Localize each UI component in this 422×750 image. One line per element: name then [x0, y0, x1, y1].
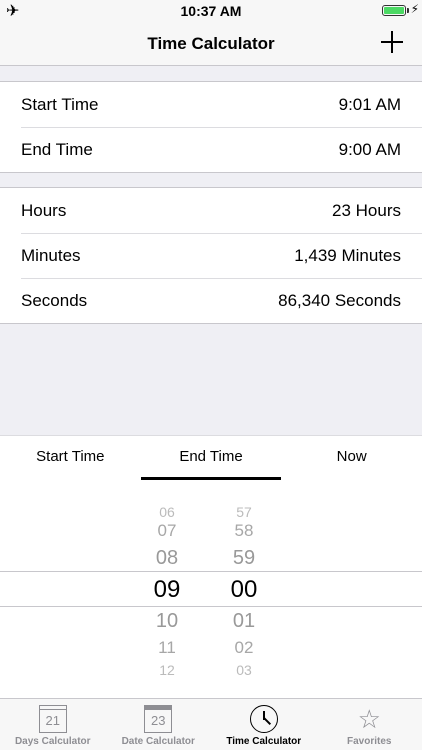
start-time-row[interactable]: Start Time 9:01 AM [0, 82, 422, 127]
calendar-date-icon: 23 [144, 705, 173, 733]
hour-option[interactable]: 11 [142, 638, 192, 658]
hour-option[interactable]: 08 [142, 547, 192, 570]
hours-value: 23 Hours [332, 200, 401, 220]
minute-option[interactable]: 58 [219, 521, 269, 541]
page-title: Time Calculator [147, 34, 275, 53]
end-time-label: End Time [21, 139, 93, 159]
calendar-icon: 21 [38, 705, 67, 733]
seconds-value: 86,340 Seconds [278, 290, 401, 310]
start-time-value: 9:01 AM [338, 94, 401, 114]
tab-days-calculator[interactable]: 21 Days Calculator [0, 699, 106, 750]
end-time-row[interactable]: End Time 9:00 AM [0, 127, 422, 172]
seconds-label: Seconds [21, 290, 88, 310]
minute-option[interactable]: 57 [219, 504, 269, 520]
tab-label: Date Calculator [121, 736, 195, 747]
star-icon: ☆ [357, 704, 381, 734]
minutes-value: 1,439 Minutes [294, 245, 401, 265]
hour-option[interactable]: 12 [142, 662, 192, 678]
tab-label: Favorites [347, 736, 392, 747]
charging-icon: ⚡ [410, 2, 419, 16]
time-selector-segment: Start Time End Time Now [0, 435, 422, 480]
segment-now[interactable]: Now [281, 436, 422, 480]
tab-label: Days Calculator [14, 736, 91, 747]
tab-label: Time Calculator [226, 736, 302, 747]
tab-bar: 21 Days Calculator 23 Date Calculator Ti… [0, 698, 422, 750]
hour-option[interactable]: 07 [142, 521, 192, 541]
start-time-label: Start Time [21, 94, 99, 114]
hours-label: Hours [21, 200, 67, 220]
navigation-bar: Time Calculator [0, 22, 422, 66]
segment-end-time[interactable]: End Time [140, 436, 282, 480]
battery-cap [407, 8, 409, 13]
clock-icon [249, 705, 278, 733]
picker-selection-band [0, 571, 422, 607]
hour-option[interactable]: 06 [142, 504, 192, 520]
status-time: 10:37 AM [180, 3, 242, 19]
hour-selected[interactable]: 09 [142, 576, 192, 604]
minute-option[interactable]: 01 [219, 610, 269, 633]
minutes-row: Minutes 1,439 Minutes [0, 233, 422, 278]
tab-time-calculator[interactable]: Time Calculator [211, 699, 317, 750]
minute-selected[interactable]: 00 [219, 576, 269, 604]
hours-row: Hours 23 Hours [0, 188, 422, 233]
hour-option[interactable]: 10 [142, 610, 192, 633]
add-button[interactable] [378, 28, 406, 56]
segment-start-time[interactable]: Start Time [0, 436, 141, 480]
time-picker[interactable]: 06 07 08 09 10 11 12 57 58 59 00 01 02 0… [0, 480, 422, 698]
minutes-label: Minutes [21, 245, 81, 265]
tab-favorites[interactable]: ☆ Favorites [317, 699, 422, 750]
battery-icon [382, 5, 406, 16]
status-bar: ✈ 10:37 AM ⚡ [0, 0, 422, 22]
minute-option[interactable]: 03 [219, 662, 269, 678]
time-input-group: Start Time 9:01 AM End Time 9:00 AM [0, 81, 422, 173]
results-group: Hours 23 Hours Minutes 1,439 Minutes Sec… [0, 187, 422, 324]
end-time-value: 9:00 AM [338, 139, 401, 159]
seconds-row: Seconds 86,340 Seconds [0, 278, 422, 323]
minute-option[interactable]: 59 [219, 547, 269, 570]
tab-date-calculator[interactable]: 23 Date Calculator [106, 699, 212, 750]
minute-option[interactable]: 02 [219, 638, 269, 658]
